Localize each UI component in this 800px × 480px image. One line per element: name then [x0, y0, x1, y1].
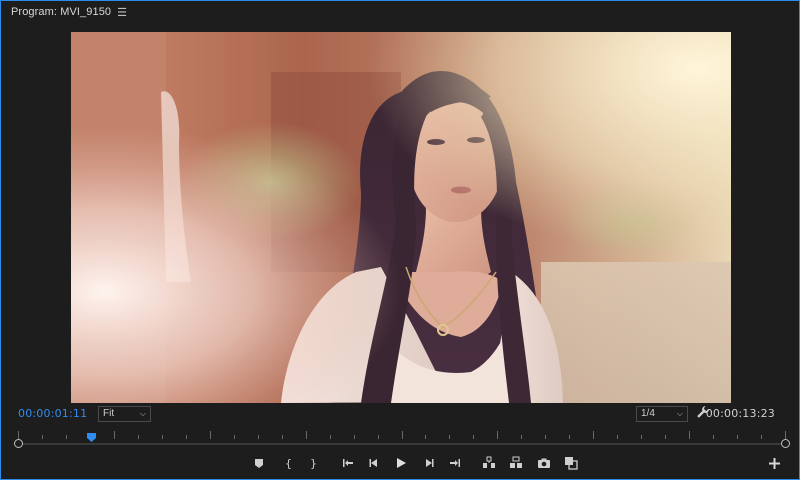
playback-resolution-select[interactable]: 1/4 ⌵	[636, 406, 688, 422]
zoom-level-select[interactable]: Fit ⌵	[98, 406, 151, 422]
video-preview[interactable]	[71, 32, 731, 403]
svg-text:{: {	[285, 457, 292, 470]
go-to-out-button[interactable]	[448, 456, 462, 470]
export-frame-button[interactable]	[537, 456, 551, 470]
program-monitor-panel: Program: MVI_9150 ☰ 00:00:01:11 Fit ⌵ 1/…	[0, 0, 800, 480]
compare-icon	[565, 457, 578, 470]
playback-resolution-value: 1/4	[641, 408, 655, 419]
time-ruler[interactable]	[18, 429, 786, 441]
play-icon	[397, 458, 406, 468]
mark-in-button[interactable]: {	[281, 456, 295, 470]
plus-icon	[769, 458, 780, 469]
panel-title[interactable]: Program: MVI_9150	[11, 6, 111, 18]
lift-icon	[483, 456, 495, 468]
camera-icon	[538, 458, 550, 468]
mark-out-button[interactable]: }	[306, 456, 320, 470]
add-marker-button[interactable]	[252, 456, 266, 470]
extract-icon	[510, 456, 522, 468]
add-button[interactable]	[768, 457, 781, 470]
step-back-icon	[369, 459, 377, 467]
chevron-down-icon: ⌵	[139, 409, 146, 418]
marker-icon	[255, 459, 263, 468]
compare-view-button[interactable]	[564, 456, 578, 470]
chevron-down-icon: ⌵	[676, 409, 683, 418]
zoom-handle-right[interactable]	[781, 439, 790, 448]
step-back-button[interactable]	[367, 456, 381, 470]
step-forward-button[interactable]	[422, 456, 436, 470]
extract-button[interactable]	[509, 456, 523, 470]
svg-text:}: }	[310, 457, 317, 470]
step-forward-icon	[426, 459, 434, 467]
playhead[interactable]	[87, 429, 97, 442]
go-to-in-button[interactable]	[341, 456, 355, 470]
panel-header: Program: MVI_9150 ☰	[1, 1, 799, 23]
scrub-track[interactable]	[18, 443, 786, 445]
lift-button[interactable]	[482, 456, 496, 470]
go-to-out-icon	[450, 459, 460, 467]
duration-timecode: 00:00:13:23	[705, 407, 775, 420]
current-timecode[interactable]: 00:00:01:11	[18, 407, 87, 420]
hamburger-icon[interactable]: ☰	[117, 6, 127, 19]
play-button[interactable]	[394, 456, 408, 470]
video-frame-image	[71, 32, 731, 403]
mark-out-icon: }	[310, 457, 317, 470]
zoom-handle-left[interactable]	[14, 439, 23, 448]
mark-in-icon: {	[285, 457, 292, 470]
zoom-level-value: Fit	[103, 408, 115, 419]
go-to-in-icon	[343, 459, 353, 467]
